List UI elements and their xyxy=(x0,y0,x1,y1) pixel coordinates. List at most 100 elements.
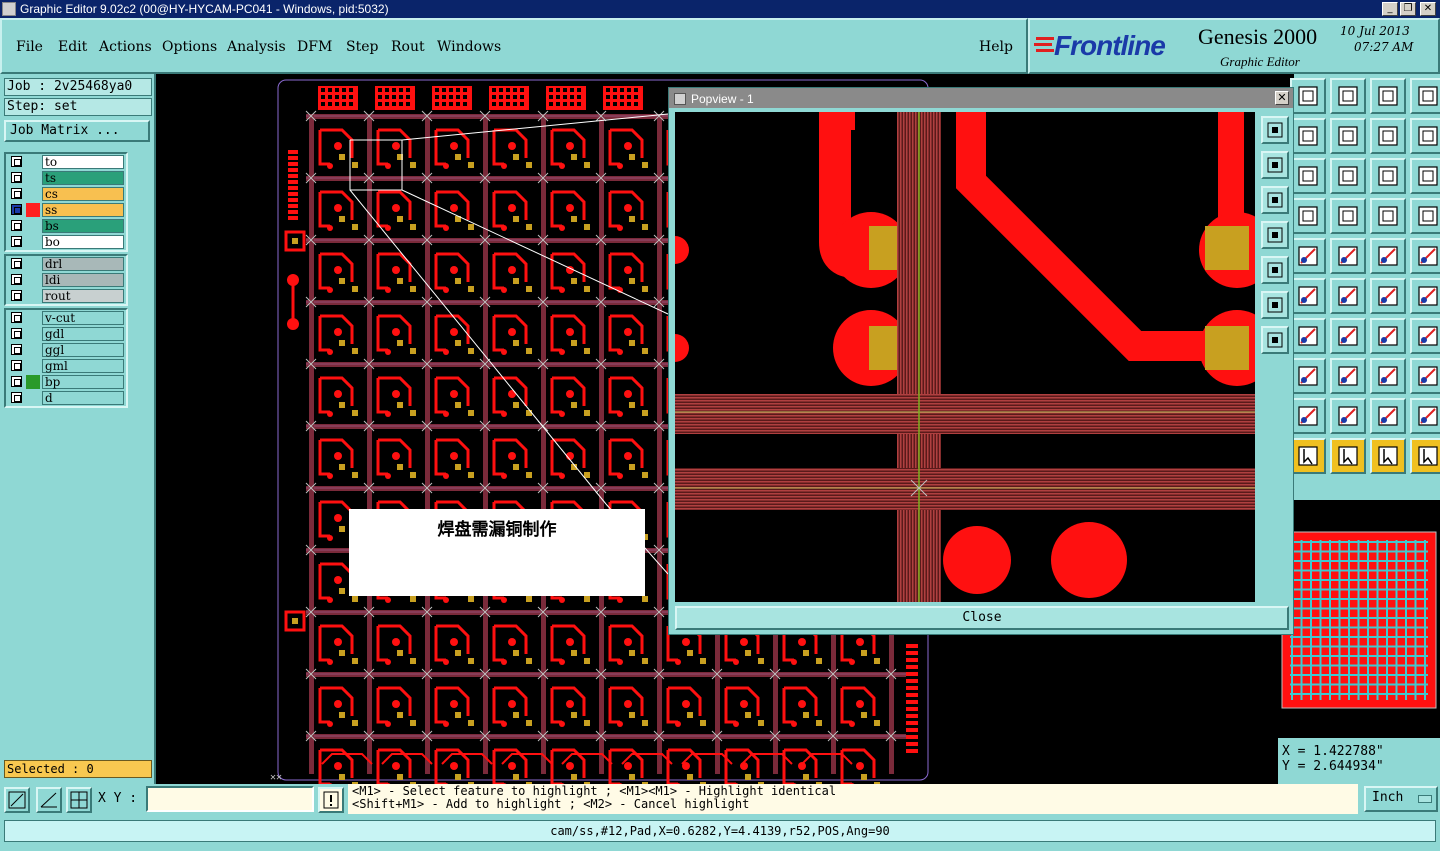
layer-checkbox[interactable] xyxy=(11,236,22,247)
pv-zoom-out-icon[interactable] xyxy=(1261,326,1289,354)
menu-rout[interactable]: Rout xyxy=(391,39,425,55)
popview-zoom-view[interactable] xyxy=(675,112,1255,602)
center-icon[interactable] xyxy=(1330,158,1366,194)
pv-right-icon[interactable] xyxy=(1261,256,1289,284)
grid-icon[interactable] xyxy=(66,787,92,813)
arc-icon[interactable] xyxy=(1370,318,1406,354)
undo-redo-icon[interactable] xyxy=(1410,118,1440,154)
menu-file[interactable]: File xyxy=(16,39,43,55)
triangle-alt-icon[interactable] xyxy=(1330,398,1366,434)
feature-icon[interactable] xyxy=(1290,238,1326,274)
layer-row-ldi[interactable]: ldi xyxy=(6,272,126,288)
menu-windows[interactable]: Windows xyxy=(437,39,501,55)
layer-row-bo[interactable]: bo xyxy=(6,234,126,250)
grid-icon[interactable] xyxy=(1330,198,1366,234)
select-arrow-icon[interactable] xyxy=(1370,438,1406,474)
menu-dfm[interactable]: DFM xyxy=(297,39,332,55)
arrow-point-icon[interactable] xyxy=(1410,278,1440,314)
slash-icon[interactable] xyxy=(1290,318,1326,354)
home-icon[interactable] xyxy=(1370,78,1406,114)
popview-close-icon[interactable]: ✕ xyxy=(1275,91,1289,105)
add-pad-icon[interactable] xyxy=(1290,278,1326,314)
layer-checkbox[interactable] xyxy=(11,156,22,167)
minus-icon[interactable] xyxy=(1330,358,1366,394)
menu-options[interactable]: Options xyxy=(162,39,217,55)
layer-row-drl[interactable]: drl xyxy=(6,256,126,272)
move-icon[interactable] xyxy=(1330,118,1366,154)
cross-icon[interactable] xyxy=(1330,278,1366,314)
layer-checkbox[interactable] xyxy=(11,258,22,269)
window-icon[interactable] xyxy=(1410,78,1440,114)
overview-thumbnail[interactable] xyxy=(1278,500,1440,738)
layer-row-gdl[interactable]: gdl xyxy=(6,326,126,342)
pin-layers-icon[interactable] xyxy=(1410,198,1440,234)
arch-alt-icon[interactable] xyxy=(1410,398,1440,434)
popview-close-button[interactable]: Close xyxy=(675,606,1289,630)
layer-checkbox[interactable] xyxy=(11,312,22,323)
copy-layer-icon[interactable] xyxy=(1290,118,1326,154)
pv-zoom-in-icon[interactable] xyxy=(1261,291,1289,319)
layer-row-cs[interactable]: cs xyxy=(6,186,126,202)
dim-icon[interactable] xyxy=(1370,358,1406,394)
snap-layers-icon[interactable] xyxy=(1370,198,1406,234)
help-icon[interactable] xyxy=(1410,158,1440,194)
open-step-icon[interactable] xyxy=(1290,78,1326,114)
layer-checkbox[interactable] xyxy=(11,344,22,355)
popview-canvas[interactable] xyxy=(675,112,1255,602)
layer-checkbox[interactable] xyxy=(11,360,22,371)
layer-checkbox[interactable] xyxy=(11,274,22,285)
triangle-icon[interactable] xyxy=(1290,398,1326,434)
diagonal-icon[interactable] xyxy=(1330,318,1366,354)
layer-row-v-cut[interactable]: v-cut xyxy=(6,310,126,326)
scale-icon[interactable] xyxy=(1370,158,1406,194)
layer-row-to[interactable]: to xyxy=(6,154,126,170)
pv-zoom-fit-icon[interactable] xyxy=(1261,116,1289,144)
menu-edit[interactable]: Edit xyxy=(58,39,87,55)
menu-help[interactable]: Help xyxy=(979,39,1013,55)
layer-row-d[interactable]: d xyxy=(6,390,126,406)
layer-checkbox[interactable] xyxy=(11,328,22,339)
layer-checkbox[interactable] xyxy=(11,290,22,301)
restore-button[interactable]: ❐ xyxy=(1400,2,1416,16)
arch-icon[interactable] xyxy=(1370,398,1406,434)
cut-icon[interactable] xyxy=(1290,158,1326,194)
undo-icon[interactable] xyxy=(1370,118,1406,154)
layer-row-ss[interactable]: ss xyxy=(6,202,126,218)
layer-row-bs[interactable]: bs xyxy=(6,218,126,234)
line-point-icon[interactable] xyxy=(1370,278,1406,314)
point-icon[interactable] xyxy=(1290,358,1326,394)
layer-row-rout[interactable]: rout xyxy=(6,288,126,304)
layer-row-ggl[interactable]: ggl xyxy=(6,342,126,358)
select-box-icon[interactable] xyxy=(1330,438,1366,474)
measure-icon[interactable] xyxy=(36,787,62,813)
layer-checkbox[interactable] xyxy=(11,376,22,387)
pv-left-icon[interactable] xyxy=(1261,221,1289,249)
select-multi-icon[interactable] xyxy=(1410,438,1440,474)
layer-checkbox[interactable] xyxy=(11,204,22,215)
units-selector[interactable]: Inch xyxy=(1364,786,1438,812)
minimize-button[interactable]: _ xyxy=(1382,2,1398,16)
outline-icon[interactable] xyxy=(1330,238,1366,274)
menu-analysis[interactable]: Analysis xyxy=(227,39,286,55)
close-window-button[interactable]: ✕ xyxy=(1420,2,1436,16)
alert-icon[interactable] xyxy=(318,787,344,813)
layer-checkbox[interactable] xyxy=(11,392,22,403)
layer-row-gml[interactable]: gml xyxy=(6,358,126,374)
layer-checkbox[interactable] xyxy=(11,172,22,183)
pad-icon[interactable] xyxy=(1410,238,1440,274)
job-matrix-button[interactable]: Job Matrix ... xyxy=(4,120,150,142)
rotate-icon[interactable] xyxy=(1290,198,1326,234)
menu-step[interactable]: Step xyxy=(346,39,378,55)
ruler-icon[interactable] xyxy=(1370,238,1406,274)
text-icon[interactable] xyxy=(1410,318,1440,354)
xy-coordinate-input[interactable] xyxy=(146,786,314,812)
select-icon[interactable] xyxy=(1290,438,1326,474)
layer-checkbox[interactable] xyxy=(11,220,22,231)
menu-actions[interactable]: Actions xyxy=(99,39,152,55)
layer-checkbox[interactable] xyxy=(11,188,22,199)
save-icon[interactable] xyxy=(1330,78,1366,114)
layer-row-bp[interactable]: bp xyxy=(6,374,126,390)
zoom-window-icon[interactable] xyxy=(4,787,30,813)
layer-row-ts[interactable]: ts xyxy=(6,170,126,186)
pv-down-icon[interactable] xyxy=(1261,186,1289,214)
